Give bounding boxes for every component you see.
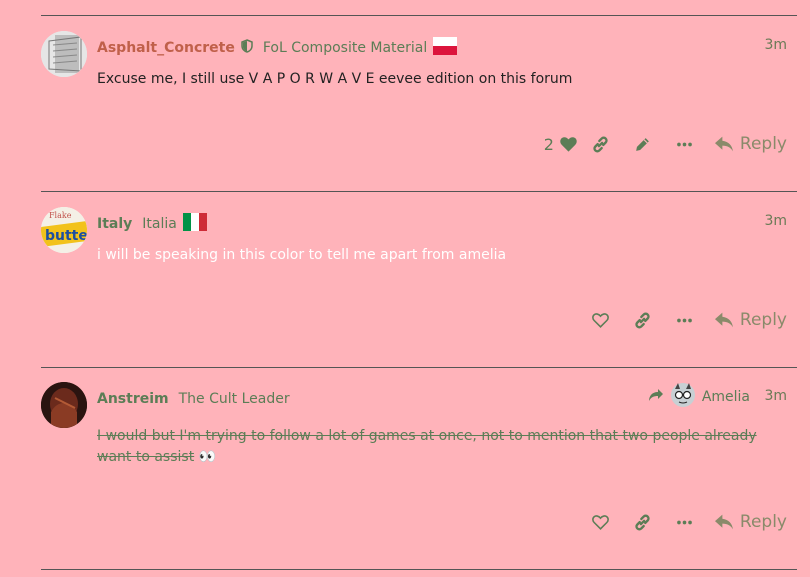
- avatar[interactable]: [41, 31, 87, 77]
- reply-label: Reply: [739, 512, 787, 532]
- reply-to-avatar: [670, 382, 696, 412]
- post-divider: [41, 569, 797, 570]
- heart-icon[interactable]: [558, 129, 580, 159]
- post-asphalt-concrete: Asphalt_Concrete FoL Composite Material …: [41, 31, 810, 181]
- post-time[interactable]: 3m: [764, 213, 787, 229]
- reply-arrow-icon: [648, 388, 664, 406]
- shield-icon: [241, 39, 253, 57]
- poland-flag-icon: [433, 37, 458, 59]
- post-divider: [41, 191, 797, 192]
- more-options-icon[interactable]: [664, 507, 706, 537]
- post-header: Asphalt_Concrete FoL Composite Material: [97, 37, 458, 59]
- post-header: Anstreim The Cult Leader: [97, 388, 290, 410]
- pencil-icon[interactable]: [622, 129, 664, 159]
- heart-icon[interactable]: [580, 507, 622, 537]
- strikethrough-text: want to assist: [97, 449, 195, 465]
- svg-text:butte: butte: [45, 228, 87, 244]
- post-body: Excuse me, I still use V A P O R W A V E…: [97, 71, 573, 87]
- reply-label: Reply: [739, 134, 787, 154]
- post-divider: [41, 15, 797, 16]
- username[interactable]: Anstreim: [97, 391, 169, 407]
- more-options-icon[interactable]: [664, 129, 706, 159]
- italy-flag-icon: [182, 213, 207, 235]
- like-count[interactable]: 2: [544, 135, 554, 154]
- reply-button[interactable]: Reply: [714, 310, 787, 330]
- post-actions: Reply: [580, 507, 787, 537]
- user-title: Italia: [142, 216, 177, 232]
- post-time[interactable]: 3m: [764, 37, 787, 53]
- user-title: The Cult Leader: [178, 391, 290, 407]
- reply-to-indicator[interactable]: Amelia: [648, 382, 750, 412]
- post-time[interactable]: 3m: [764, 388, 787, 404]
- link-icon[interactable]: [622, 507, 664, 537]
- reply-button[interactable]: Reply: [714, 512, 787, 532]
- strikethrough-text: I would but I'm trying to follow a lot o…: [97, 428, 757, 444]
- user-title: FoL Composite Material: [262, 40, 428, 56]
- reply-icon: [714, 136, 733, 152]
- post-divider: [41, 367, 797, 368]
- post-body: I would but I'm trying to follow a lot o…: [97, 426, 777, 468]
- link-icon[interactable]: [622, 305, 664, 335]
- reply-icon: [714, 514, 733, 530]
- post-body: i will be speaking in this color to tell…: [97, 247, 507, 263]
- heart-icon[interactable]: [580, 305, 622, 335]
- post-italy: butte Flake Italy Italia 3m i will be sp…: [41, 207, 810, 357]
- eyes-emoji: 👀: [198, 449, 217, 465]
- post-actions: 2 Reply: [544, 129, 787, 159]
- reply-to-username: Amelia: [701, 389, 750, 405]
- post-header: Italy Italia: [97, 213, 207, 235]
- post-anstreim: Anstreim The Cult Leader Amelia 3m I wou…: [41, 382, 810, 562]
- reply-button[interactable]: Reply: [714, 134, 787, 154]
- svg-text:Flake: Flake: [49, 211, 72, 220]
- username[interactable]: Asphalt_Concrete: [97, 40, 235, 56]
- reply-label: Reply: [739, 310, 787, 330]
- link-icon[interactable]: [580, 129, 622, 159]
- post-actions: Reply: [580, 305, 787, 335]
- more-options-icon[interactable]: [664, 305, 706, 335]
- reply-icon: [714, 312, 733, 328]
- avatar[interactable]: butte Flake: [41, 207, 87, 253]
- avatar[interactable]: [41, 382, 87, 428]
- username[interactable]: Italy: [97, 216, 132, 232]
